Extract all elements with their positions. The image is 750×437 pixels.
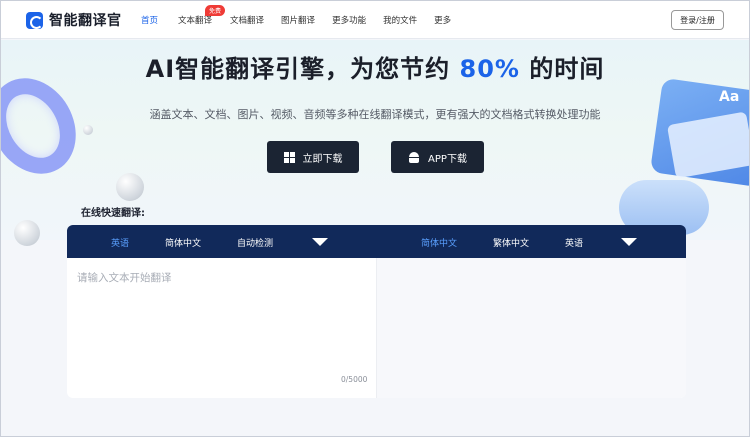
logo-icon xyxy=(26,11,43,29)
translation-output xyxy=(376,258,686,398)
nav-item-more[interactable]: 更多 xyxy=(434,14,451,26)
nav-item-my-files[interactable]: 我的文件 xyxy=(383,14,417,26)
source-lang-simplified-chinese[interactable]: 简体中文 xyxy=(165,236,201,249)
free-badge: 免费 xyxy=(205,5,226,16)
target-lang-english[interactable]: 英语 xyxy=(565,236,583,249)
target-lang-simplified-chinese[interactable]: 简体中文 xyxy=(421,236,457,249)
nav-item-label: 更多 xyxy=(434,16,452,26)
source-lang-auto-detect[interactable]: 自动检测 xyxy=(237,236,273,249)
source-lang-english[interactable]: 英语 xyxy=(111,236,129,249)
download-button[interactable]: 立即下载 xyxy=(267,141,359,173)
logo-text: 智能翻译官 xyxy=(49,13,122,29)
page-frame: 智能翻译官 首页 文本翻译 免费 文档翻译 图片翻译 更多功能 我的文件 更多 … xyxy=(0,0,750,437)
language-bar: 英语 简体中文 自动检测 简体中文 繁体中文 英语 xyxy=(67,225,686,258)
source-text-input[interactable]: 请输入文本开始翻译 0/5000 xyxy=(67,258,376,398)
top-header: 智能翻译官 首页 文本翻译 免费 文档翻译 图片翻译 更多功能 我的文件 更多 … xyxy=(1,1,749,39)
nav-item-image-translate[interactable]: 图片翻译 xyxy=(281,14,315,26)
nav-item-label: 我的文件 xyxy=(383,16,418,26)
android-icon xyxy=(408,151,420,163)
nav-item-label: 文本翻译 xyxy=(178,16,213,26)
char-counter: 0/5000 xyxy=(341,375,368,384)
translator-section-label: 在线快速翻译: xyxy=(81,208,145,219)
windows-icon xyxy=(283,151,295,163)
nav-item-home[interactable]: 首页 xyxy=(141,14,158,26)
target-lang-traditional-chinese[interactable]: 繁体中文 xyxy=(493,236,529,249)
nav-item-text-translate[interactable]: 文本翻译 免费 xyxy=(178,5,226,26)
hero-title-suffix: 的时间 xyxy=(519,55,605,83)
translator-body: 请输入文本开始翻译 0/5000 xyxy=(67,258,686,398)
sphere-decoration xyxy=(116,173,144,201)
aa-decoration: Aa xyxy=(719,89,740,105)
nav-item-label: 首页 xyxy=(141,16,159,26)
nav-item-more-features[interactable]: 更多功能 xyxy=(332,14,366,26)
hero-title: AI智能翻译引擎，为您节约 80% 的时间 xyxy=(1,49,749,84)
app-download-button[interactable]: APP下载 xyxy=(391,141,484,173)
hero-title-highlight: 80% xyxy=(459,55,520,83)
sphere-decoration xyxy=(83,125,93,135)
hero-subtitle: 涵盖文本、文档、图片、视频、音频等多种在线翻译模式，更有强大的文档格式转换处理功… xyxy=(149,108,601,121)
nav-item-doc-translate[interactable]: 文档翻译 xyxy=(230,14,264,26)
hero-title-prefix: AI智能翻译引擎，为您节约 xyxy=(145,55,460,83)
target-lang-dropdown-icon[interactable] xyxy=(621,238,637,246)
login-register-button[interactable]: 登录/注册 xyxy=(671,10,724,30)
nav-item-label: 文档翻译 xyxy=(230,16,265,26)
source-lang-dropdown-icon[interactable] xyxy=(312,238,328,246)
app-download-button-label: APP下载 xyxy=(428,153,467,165)
main-nav: 首页 文本翻译 免费 文档翻译 图片翻译 更多功能 我的文件 更多 xyxy=(141,5,468,26)
input-placeholder: 请输入文本开始翻译 xyxy=(77,272,172,284)
nav-item-label: 更多功能 xyxy=(332,16,367,26)
logo[interactable]: 智能翻译官 xyxy=(26,10,122,30)
download-button-label: 立即下载 xyxy=(302,153,343,165)
nav-item-label: 图片翻译 xyxy=(281,16,316,26)
sphere-decoration xyxy=(14,220,40,246)
